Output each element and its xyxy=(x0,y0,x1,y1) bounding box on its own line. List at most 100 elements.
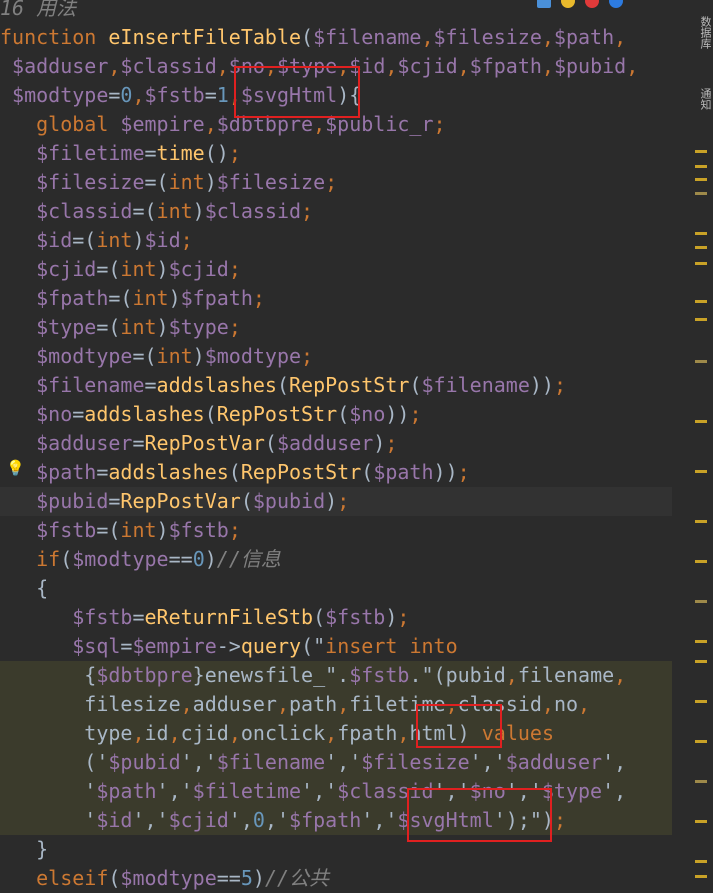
scroll-marker[interactable] xyxy=(695,300,707,303)
scroll-marker[interactable] xyxy=(695,780,707,783)
code-token: function xyxy=(0,25,109,49)
code-token: ) xyxy=(204,170,217,194)
code-line[interactable]: function eInsertFileTable($filename,$fil… xyxy=(0,23,672,52)
code-token: , xyxy=(541,25,554,49)
code-line[interactable]: filesize,adduser,path,filetime,classid,n… xyxy=(0,690,672,719)
scroll-marker[interactable] xyxy=(695,150,707,153)
code-token: , xyxy=(168,721,181,745)
code-editor[interactable]: 16 用法 function eInsertFileTable($filename… xyxy=(0,0,713,890)
code-line[interactable]: elseif($modtype==5)//公共 xyxy=(0,864,672,893)
code-token: , xyxy=(457,54,470,78)
code-token: = xyxy=(108,83,121,107)
scroll-marker[interactable] xyxy=(695,192,707,195)
browser-icon[interactable] xyxy=(537,0,551,8)
code-token: ; xyxy=(228,315,241,339)
scroll-marker[interactable] xyxy=(695,875,707,878)
scroll-marker[interactable] xyxy=(695,520,707,523)
scroll-marker[interactable] xyxy=(695,318,707,321)
code-line[interactable]: ('$pubid','$filename','$filesize','$addu… xyxy=(0,748,672,777)
code-line[interactable]: $pubid=RepPostVar($pubid); xyxy=(0,487,672,516)
code-line[interactable]: $type=(int)$type; xyxy=(0,313,672,342)
code-token: $cjid xyxy=(168,808,229,832)
code-token: path xyxy=(289,692,338,716)
code-token: $filesize xyxy=(433,25,542,49)
code-token: 0 xyxy=(120,83,133,107)
scroll-marker[interactable] xyxy=(695,232,707,235)
code-line[interactable]: $fstb=eReturnFileStb($fstb); xyxy=(0,603,672,632)
scroll-marker[interactable] xyxy=(695,640,707,643)
scroll-marker[interactable] xyxy=(695,420,707,423)
scroll-marker[interactable] xyxy=(695,600,707,603)
code-line[interactable]: $filesize=(int)$filesize; xyxy=(0,168,672,197)
tab-notifications[interactable]: 通知 xyxy=(685,88,713,110)
code-token: eReturnFileStb xyxy=(144,605,314,629)
code-token: $pubid xyxy=(0,489,109,513)
code-line[interactable]: $sql=$empire->query("insert into xyxy=(0,632,672,661)
code-token: int xyxy=(132,286,169,310)
tab-database[interactable]: 数据库 xyxy=(685,16,713,49)
code-token: , xyxy=(108,54,121,78)
scroll-marker[interactable] xyxy=(695,178,707,181)
code-token: int xyxy=(120,518,157,542)
scroll-marker[interactable] xyxy=(695,360,707,363)
code-token: ', xyxy=(602,750,627,774)
code-token: ; xyxy=(228,141,241,165)
code-line[interactable]: $id=(int)$id; xyxy=(0,226,672,255)
code-token: type xyxy=(0,721,133,745)
code-line[interactable]: type,id,cjid,onclick,fpath,html) values xyxy=(0,719,672,748)
code-line[interactable]: $cjid=(int)$cjid; xyxy=(0,255,672,284)
code-token: $cjid xyxy=(0,257,97,281)
right-side-panel: 数据库 通知 xyxy=(685,0,713,888)
code-line[interactable]: $filename=addslashes(RepPostStr($filenam… xyxy=(0,371,672,400)
code-token: $pubid xyxy=(553,54,627,78)
code-token: RepPostVar xyxy=(144,431,265,455)
code-line[interactable]: } xyxy=(0,835,672,864)
code-token: , xyxy=(216,54,229,78)
code-line[interactable]: $fstb=(int)$fstb; xyxy=(0,516,672,545)
code-token: = xyxy=(204,83,217,107)
code-token: { xyxy=(0,576,49,600)
code-line[interactable]: '$id','$cjid',0,'$fpath','$svgHtml');"); xyxy=(0,806,672,835)
code-token: 5 xyxy=(240,866,253,890)
code-line[interactable]: { xyxy=(0,574,672,603)
code-line[interactable]: $fpath=(int)$fpath; xyxy=(0,284,672,313)
scroll-marker[interactable] xyxy=(695,262,707,265)
code-token: $id xyxy=(96,808,133,832)
code-token: ) xyxy=(385,605,398,629)
code-line[interactable]: {$dbtbpre}enewsfile_".$fstb."(pubid,file… xyxy=(0,661,672,690)
scroll-marker[interactable] xyxy=(695,165,707,168)
code-line[interactable]: '$path','$filetime','$classid','$no','$t… xyxy=(0,777,672,806)
code-token: =( xyxy=(132,199,157,223)
code-token: ' xyxy=(0,779,97,803)
code-token: ', xyxy=(602,779,627,803)
scroll-marker[interactable] xyxy=(695,860,707,863)
code-line[interactable]: $path=addslashes(RepPostStr($path)); xyxy=(0,458,672,487)
code-token: RepPostStr xyxy=(216,402,338,426)
code-token: eInsertFileTable xyxy=(108,25,302,49)
code-token: ' xyxy=(0,808,97,832)
code-token: , xyxy=(385,54,398,78)
code-line[interactable]: if($modtype==0)//信息 xyxy=(0,545,672,574)
code-line[interactable]: $filetime=time(); xyxy=(0,139,672,168)
code-token: , xyxy=(578,692,591,716)
code-token: fpath xyxy=(337,721,398,745)
code-token: $fstb xyxy=(144,83,205,107)
code-token: RepPostStr xyxy=(240,460,362,484)
scroll-marker[interactable] xyxy=(695,740,707,743)
scroll-marker[interactable] xyxy=(695,820,707,823)
code-token: $fstb xyxy=(0,518,97,542)
code-token: addslashes xyxy=(84,402,205,426)
code-line[interactable]: $no=addslashes(RepPostStr($no)); xyxy=(0,400,672,429)
code-token: int xyxy=(168,170,205,194)
code-line[interactable]: $adduser=RepPostVar($adduser); xyxy=(0,429,672,458)
scroll-marker[interactable] xyxy=(695,246,707,249)
scroll-marker[interactable] xyxy=(695,660,707,663)
lightbulb-icon[interactable]: 💡 xyxy=(6,459,25,477)
code-token: )) xyxy=(433,460,458,484)
scroll-marker[interactable] xyxy=(695,470,707,473)
code-line[interactable]: $modtype=(int)$modtype; xyxy=(0,342,672,371)
code-line[interactable]: $classid=(int)$classid; xyxy=(0,197,672,226)
scroll-marker[interactable] xyxy=(695,700,707,703)
code-token: query xyxy=(240,634,302,658)
scroll-marker[interactable] xyxy=(695,560,707,563)
